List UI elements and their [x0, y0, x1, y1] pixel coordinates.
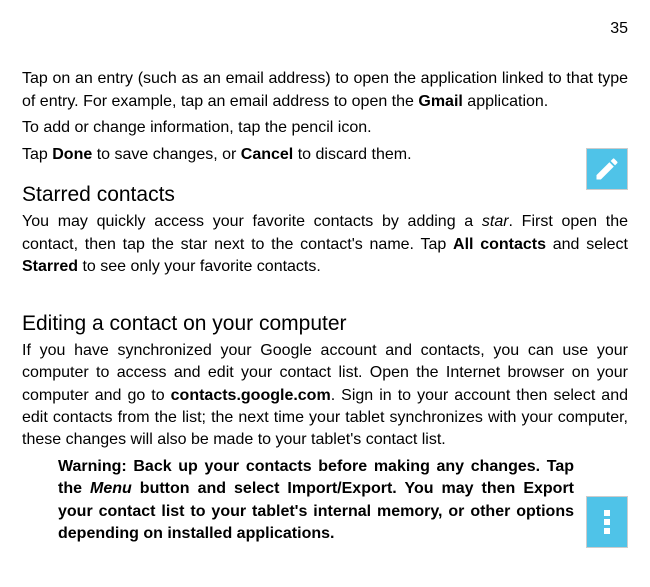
text-bold-allcontacts: All contacts — [453, 236, 546, 253]
pencil-icon — [593, 155, 621, 183]
text-bold-url: contacts.google.com — [171, 387, 331, 404]
text-segment: to see only your favorite contacts. — [78, 258, 321, 275]
heading-editing-computer: Editing a contact on your computer — [22, 309, 628, 338]
paragraph-pencil-tap: To add or change information, tap the pe… — [22, 117, 628, 139]
text-bold-done: Done — [52, 146, 92, 163]
text-segment: to discard them. — [293, 146, 411, 163]
text-segment: You may quickly access your favorite con… — [22, 213, 482, 230]
dots-icon — [600, 507, 614, 537]
text-segment: and select — [546, 236, 628, 253]
text-segment: Tap — [22, 146, 52, 163]
warning-block: Warning: Back up your contacts before ma… — [58, 456, 574, 546]
text-segment: application. — [463, 93, 548, 110]
paragraph-entry-tap: Tap on an entry (such as an email addres… — [22, 68, 628, 113]
pencil-edit-icon — [586, 148, 628, 190]
text-bold-gmail: Gmail — [418, 93, 462, 110]
text-bold-starred: Starred — [22, 258, 78, 275]
paragraph-done-cancel: Tap Done to save changes, or Cancel to d… — [22, 144, 628, 166]
paragraph-starred: You may quickly access your favorite con… — [22, 211, 628, 278]
text-segment: button and select Import/Export. You may… — [58, 480, 574, 542]
text-bold-cancel: Cancel — [241, 146, 293, 163]
text-italic-menu: Menu — [90, 480, 132, 497]
export-menu-icon — [586, 496, 628, 548]
paragraph-editing: If you have synchronized your Google acc… — [22, 340, 628, 452]
heading-starred-contacts: Starred contacts — [22, 180, 628, 209]
text-italic-star: star — [482, 213, 509, 230]
text-segment: to save changes, or — [92, 146, 241, 163]
page-number: 35 — [22, 18, 628, 40]
